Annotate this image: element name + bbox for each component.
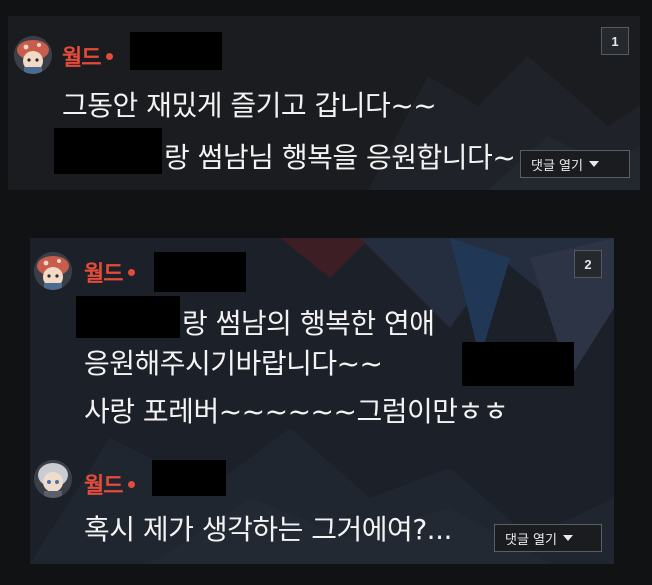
redacted-box [154, 252, 246, 292]
author-name[interactable]: 월드 [84, 256, 123, 288]
open-replies-button[interactable]: 댓글 열기 [520, 150, 630, 178]
reply-author-name[interactable]: 월드 [84, 468, 123, 500]
redacted-box [152, 460, 226, 496]
mushroom-avatar[interactable] [14, 36, 52, 74]
caret-down-icon [562, 535, 573, 541]
author-row: 월드 [84, 256, 136, 288]
reply-line: 혹시 제가 생각하는 그거에여?... [84, 513, 452, 546]
comment-card: 월드 2 랑 썸남의 행복한 연애 응원해주시기바랍니다~~ 사랑 포레버~~~… [30, 238, 614, 564]
comment-line: 응원해주시기바랍니다~~ [84, 347, 383, 380]
comment-line: 랑 썸남의 행복한 연애 [182, 307, 435, 340]
author-name[interactable]: 월드 [62, 40, 101, 72]
open-replies-button[interactable]: 댓글 열기 [494, 524, 602, 552]
open-replies-label: 댓글 열기 [505, 532, 557, 548]
redacted-box [76, 296, 180, 338]
author-dot-icon [128, 480, 136, 488]
open-replies-label: 댓글 열기 [531, 158, 583, 174]
silver-avatar[interactable] [34, 460, 72, 498]
redacted-box [130, 32, 222, 70]
caret-down-icon [588, 161, 599, 167]
comment-line: 랑 썸남님 행복을 응원합니다~ [164, 141, 516, 174]
reply-author-row: 월드 [84, 468, 136, 500]
author-dot-icon [128, 268, 136, 276]
rank-badge: 1 [601, 27, 629, 55]
mushroom-avatar[interactable] [34, 252, 72, 290]
redacted-box [462, 342, 574, 386]
comment-line: 그동안 재밌게 즐기고 갑니다~~ [62, 89, 437, 122]
redacted-box [54, 128, 162, 174]
rank-badge: 2 [574, 250, 602, 278]
author-row: 월드 [62, 40, 114, 72]
comment-card: 월드 1 그동안 재밌게 즐기고 갑니다~~ 랑 썸남님 행복을 응원합니다~ … [8, 16, 640, 190]
comment-line: 사랑 포레버~~~~~~그럼이만ㅎㅎ [84, 395, 509, 428]
author-dot-icon [106, 52, 114, 60]
